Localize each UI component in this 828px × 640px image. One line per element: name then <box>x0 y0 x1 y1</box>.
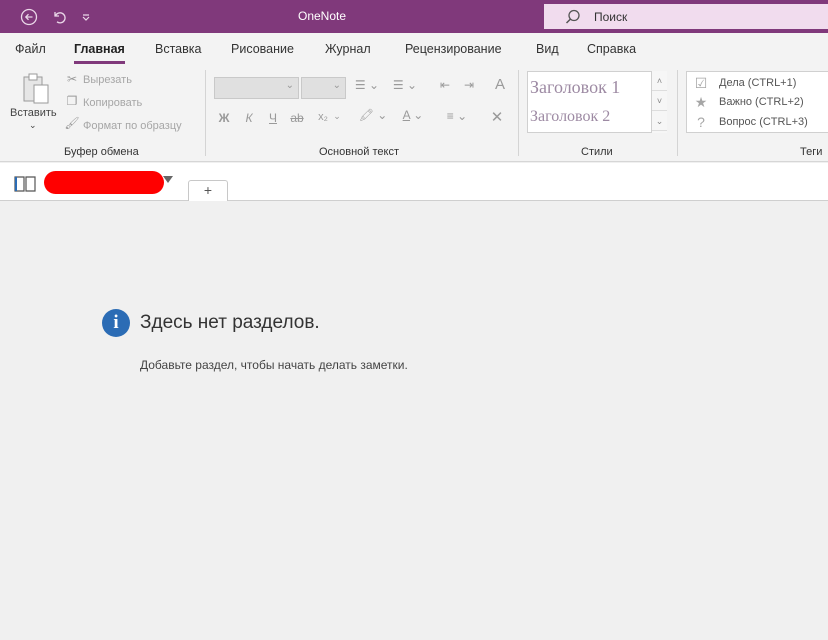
star-icon: ★ <box>694 94 708 110</box>
cut-button[interactable]: Вырезать <box>83 74 132 86</box>
italic-button[interactable]: К <box>241 111 257 125</box>
paste-button[interactable]: Вставить <box>10 107 57 119</box>
increase-indent-icon[interactable]: ⇥ <box>460 78 478 92</box>
scroll-up-icon[interactable]: ˄ <box>652 71 667 91</box>
styles-gallery[interactable]: Заголовок 1 Заголовок 2 <box>527 71 667 133</box>
chevron-down-icon: ⌄ <box>285 80 294 91</box>
strikethrough-button[interactable]: ab <box>288 111 306 125</box>
notebook-icon[interactable] <box>14 175 36 198</box>
group-divider <box>205 70 206 156</box>
tag-important[interactable]: Важно (CTRL+2) <box>719 96 804 108</box>
chevron-down-icon: ⌄ <box>332 80 341 91</box>
tab-help[interactable]: Справка <box>587 42 636 56</box>
tab-view[interactable]: Вид <box>536 42 559 56</box>
highlight-icon[interactable]: 🖍 ⌄ <box>356 108 390 122</box>
group-divider <box>677 70 678 156</box>
underline-button[interactable]: Ч <box>265 111 281 125</box>
checkbox-icon: ☑ <box>694 75 708 91</box>
scroll-down-icon[interactable]: ˅ <box>652 91 667 111</box>
copy-icon: ❐ <box>66 94 78 108</box>
paste-dropdown-icon[interactable]: ⌄ <box>29 120 37 131</box>
font-color-icon[interactable]: A ⌄ <box>396 108 430 122</box>
search-placeholder: Поиск <box>594 9 628 24</box>
format-painter-button[interactable]: Формат по образцу <box>83 120 182 132</box>
tab-home[interactable]: Главная <box>74 42 125 64</box>
tab-draw[interactable]: Рисование <box>231 42 294 56</box>
search-icon <box>565 9 580 24</box>
tab-file[interactable]: Файл <box>15 42 46 56</box>
format-painter-icon: 🖌 <box>64 116 80 130</box>
clear-icon[interactable]: ✕ <box>488 108 506 126</box>
redacted-notebook-name[interactable] <box>44 171 164 194</box>
empty-state-message: Добавьте раздел, чтобы начать делать зам… <box>140 358 408 372</box>
title-bar: OneNote Поиск <box>0 0 828 33</box>
font-size-select[interactable]: ⌄ <box>301 77 346 99</box>
tags-gallery[interactable]: ☑ Дела (CTRL+1) ★ Важно (CTRL+2) ? Вопро… <box>686 71 828 133</box>
bold-button[interactable]: Ж <box>216 111 232 125</box>
subscript-button[interactable]: x₂ <box>315 111 331 123</box>
clear-formatting-icon[interactable]: A <box>490 76 510 93</box>
notebook-bar: + <box>0 163 828 201</box>
style-heading-2[interactable]: Заголовок 2 <box>530 108 610 126</box>
ribbon-tabs: Файл Главная Вставка Рисование Журнал Ре… <box>0 33 828 64</box>
styles-group-label: Стили <box>581 146 613 158</box>
search-box[interactable]: Поиск <box>544 4 828 29</box>
clipboard-group-label: Буфер обмена <box>64 146 139 158</box>
tab-history[interactable]: Журнал <box>325 42 371 56</box>
bullets-icon[interactable]: ☰ ⌄ <box>352 78 382 92</box>
group-divider <box>518 70 519 156</box>
notebook-dropdown-icon[interactable] <box>163 176 173 183</box>
empty-state-title: Здесь нет разделов. <box>140 312 320 333</box>
basic-text-group-label: Основной текст <box>319 146 399 158</box>
tab-review[interactable]: Рецензирование <box>405 42 502 56</box>
paste-icon[interactable] <box>20 72 52 106</box>
copy-button[interactable]: Копировать <box>83 97 142 109</box>
tag-todo[interactable]: Дела (CTRL+1) <box>719 77 796 89</box>
tag-question[interactable]: Вопрос (CTRL+3) <box>719 116 808 128</box>
add-section-tab[interactable]: + <box>188 180 228 201</box>
ribbon: Вставить ⌄ ✂ Вырезать ❐ Копировать 🖌 Фор… <box>0 64 828 162</box>
tab-insert[interactable]: Вставка <box>155 42 201 56</box>
chevron-down-icon[interactable]: ⌄ <box>331 111 343 122</box>
info-icon: i <box>102 309 130 337</box>
decrease-indent-icon[interactable]: ⇤ <box>436 78 454 92</box>
expand-gallery-icon[interactable]: ⌄ <box>652 111 667 131</box>
font-family-select[interactable]: ⌄ <box>214 77 299 99</box>
style-heading-1[interactable]: Заголовок 1 <box>530 77 620 98</box>
tags-group-label: Теги <box>800 146 823 158</box>
alignment-icon[interactable]: ≡ ⌄ <box>442 109 472 123</box>
styles-scroll[interactable]: ˄ ˅ ⌄ <box>651 71 667 133</box>
question-icon: ? <box>697 114 705 130</box>
numbering-icon[interactable]: ☰ ⌄ <box>390 78 420 92</box>
cut-icon: ✂ <box>66 72 78 86</box>
